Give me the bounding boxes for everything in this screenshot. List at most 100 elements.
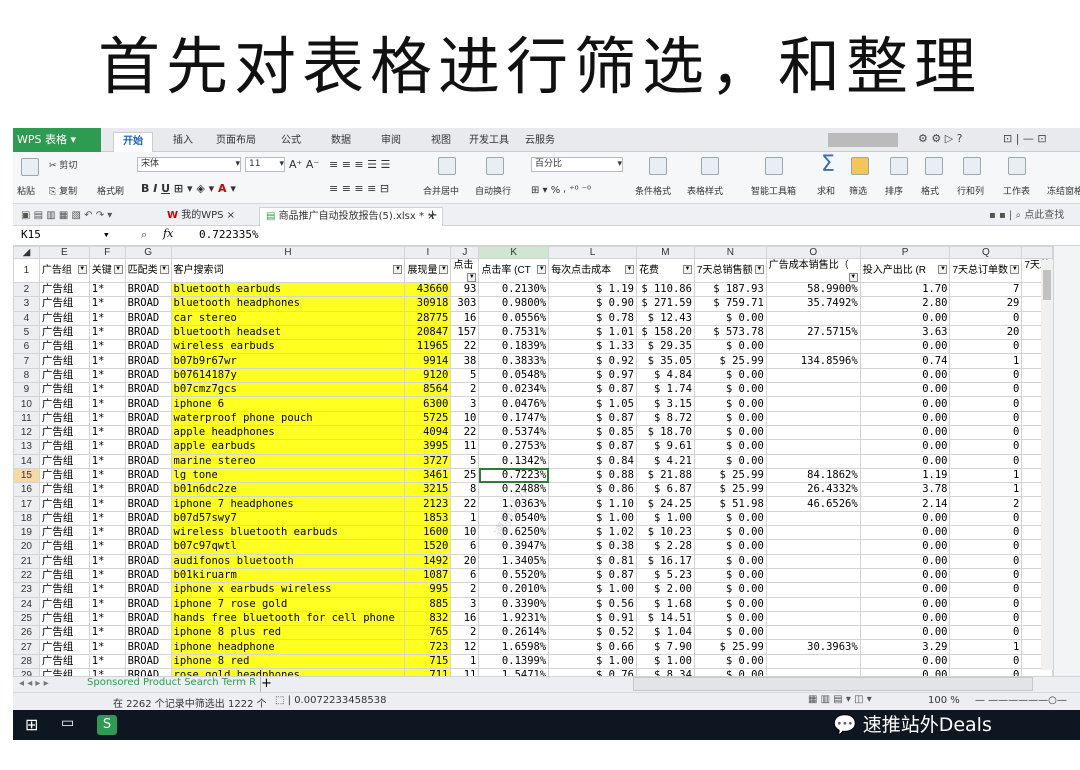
cell-j[interactable]: 5 — [450, 367, 480, 384]
cell-o[interactable]: 35.7492% — [765, 296, 861, 312]
cell-p[interactable]: 0.00 — [859, 567, 951, 584]
cell-e[interactable]: 广告组 — [38, 439, 90, 455]
cell-k[interactable]: 0.1747% — [478, 410, 550, 426]
cell-h[interactable]: waterproof phone pouch — [170, 410, 406, 426]
row-number[interactable]: 1 — [13, 258, 40, 283]
cell-l[interactable]: $ 1.00 — [548, 510, 637, 527]
menu-tab[interactable]: 视图 — [423, 132, 459, 152]
cell-nn[interactable]: $ 0.00 — [693, 525, 767, 541]
column-header[interactable]: G — [124, 246, 172, 259]
cell-e[interactable]: 广告组 — [38, 339, 90, 355]
column-header[interactable]: M — [635, 246, 695, 259]
cell-i[interactable]: 3215 — [404, 482, 452, 498]
cell-g[interactable]: BROAD — [124, 539, 172, 555]
cell-h[interactable]: apple earbuds — [170, 439, 406, 455]
column-header[interactable]: H — [170, 246, 406, 259]
cell-p[interactable]: 0.00 — [859, 668, 951, 676]
header-cell[interactable]: 点击率 (CT ▼ — [478, 258, 550, 283]
filter-dropdown-icon[interactable]: ▼ — [77, 265, 87, 274]
cell-h[interactable]: iphone 6 — [170, 396, 406, 412]
cell-m[interactable]: $ 8.34 — [635, 668, 695, 676]
cell-nn[interactable]: $ 0.00 — [693, 382, 767, 398]
cell-o[interactable] — [765, 525, 861, 541]
filter-dropdown-icon[interactable]: ▼ — [467, 273, 477, 282]
cell-e[interactable]: 广告组 — [38, 510, 90, 527]
paste-button[interactable]: 粘贴 — [17, 184, 35, 197]
cell-j[interactable]: 6 — [450, 567, 480, 584]
cell-g[interactable]: BROAD — [124, 510, 172, 527]
cell-j[interactable]: 38 — [450, 353, 480, 369]
cell-nn[interactable]: $ 0.00 — [693, 453, 767, 469]
cell-nn[interactable]: $ 0.00 — [693, 610, 767, 627]
cell-f[interactable]: 1* — [88, 353, 126, 369]
cell-q[interactable]: 1 — [949, 353, 1023, 369]
cell-g[interactable]: BROAD — [124, 353, 172, 369]
cell-h[interactable]: bluetooth headset — [170, 324, 406, 341]
cell-nn[interactable]: $ 25.99 — [693, 353, 767, 369]
cell-p[interactable]: 0.00 — [859, 582, 951, 598]
cell-nn[interactable]: $ 0.00 — [693, 410, 767, 426]
cell-i[interactable]: 711 — [404, 668, 452, 676]
cell-p[interactable]: 3.29 — [859, 639, 951, 655]
cell-j[interactable]: 1 — [450, 510, 480, 527]
cell-j[interactable]: 3 — [450, 596, 480, 612]
menu-tab[interactable]: 开始 — [113, 132, 153, 152]
cell-g[interactable]: BROAD — [124, 610, 172, 627]
cell-p[interactable]: 1.19 — [859, 467, 951, 484]
cell-m[interactable]: $ 24.25 — [635, 496, 695, 512]
cell-i[interactable]: 995 — [404, 582, 452, 598]
cell-e[interactable]: 广告组 — [38, 467, 90, 484]
cell-i[interactable]: 1520 — [404, 539, 452, 555]
cell-f[interactable]: 1* — [88, 639, 126, 655]
menu-tab[interactable]: 审阅 — [371, 132, 411, 152]
cell-k[interactable]: 0.3390% — [478, 596, 550, 612]
cell-g[interactable]: BROAD — [124, 639, 172, 655]
cell-q[interactable]: 0 — [949, 596, 1023, 612]
cell-m[interactable]: $ 2.28 — [635, 539, 695, 555]
cell-m[interactable]: $ 14.51 — [635, 610, 695, 627]
cell-i[interactable]: 1853 — [404, 510, 452, 527]
cell-e[interactable]: 广告组 — [38, 610, 90, 627]
format-icon[interactable] — [925, 157, 943, 175]
cell-o[interactable] — [765, 567, 861, 584]
align-top-icons[interactable]: ≡ ≡ ≡ ☰ ☰ — [329, 158, 390, 171]
column-header[interactable]: E — [38, 246, 90, 259]
cell-e[interactable]: 广告组 — [38, 424, 90, 441]
cell-f[interactable]: 1* — [88, 439, 126, 455]
cell-j[interactable]: 22 — [450, 339, 480, 355]
cell-o[interactable]: 30.3963% — [765, 639, 861, 655]
cell-g[interactable]: BROAD — [124, 553, 172, 569]
cell-l[interactable]: $ 1.33 — [548, 339, 637, 355]
cell-h[interactable]: bluetooth earbuds — [170, 281, 406, 298]
cell-f[interactable]: 1* — [88, 467, 126, 484]
cell-i[interactable]: 4094 — [404, 424, 452, 441]
cell-i[interactable]: 885 — [404, 596, 452, 612]
cell-o[interactable] — [765, 339, 861, 355]
cell-i[interactable]: 3727 — [404, 453, 452, 469]
cell-o[interactable] — [765, 382, 861, 398]
column-header[interactable]: N — [693, 246, 767, 259]
cell-e[interactable]: 广告组 — [38, 553, 90, 569]
menu-tab[interactable]: 公式 — [271, 132, 311, 152]
column-header[interactable]: P — [859, 246, 951, 259]
cell-l[interactable]: $ 0.78 — [548, 310, 637, 326]
filter-dropdown-icon[interactable]: ▼ — [1010, 265, 1020, 274]
cell-h[interactable]: marine stereo — [170, 453, 406, 469]
cell-e[interactable]: 广告组 — [38, 410, 90, 426]
cell-nn[interactable]: $ 0.00 — [693, 668, 767, 676]
filter-dropdown-icon[interactable]: ▼ — [624, 265, 634, 274]
cell-f[interactable]: 1* — [88, 310, 126, 326]
cell-p[interactable]: 0.00 — [859, 453, 951, 469]
cell-m[interactable]: $ 1.68 — [635, 596, 695, 612]
cell-h[interactable]: bluetooth headphones — [170, 296, 406, 312]
row-number[interactable]: 13 — [13, 439, 40, 455]
header-cell[interactable]: 客户搜索词 ▼ — [170, 258, 406, 283]
column-header[interactable]: J — [450, 246, 480, 259]
window-controls[interactable]: ⊡ | — ⊡ — [1003, 132, 1047, 145]
cell-nn[interactable]: $ 0.00 — [693, 396, 767, 412]
filter-dropdown-icon[interactable]: ▼ — [682, 265, 692, 274]
cell-p[interactable]: 0.00 — [859, 625, 951, 641]
font-name-select[interactable]: 宋体 ▾ — [137, 157, 241, 172]
cut-button[interactable]: ✂ 剪切 — [49, 158, 77, 171]
header-cell[interactable]: 展现量 ▼ — [404, 258, 452, 283]
